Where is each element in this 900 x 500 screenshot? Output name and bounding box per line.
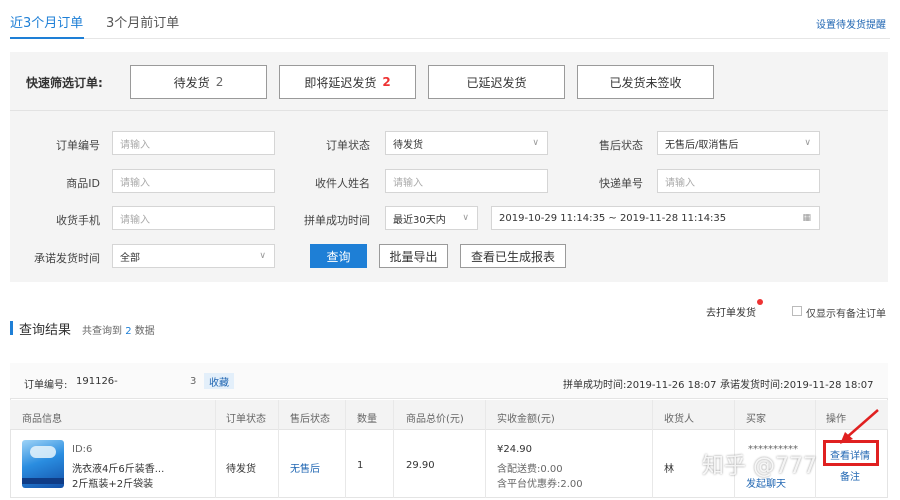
- row-coupon: 含平台优惠券:2.00: [497, 479, 583, 490]
- col-paid-amount: 实收金额(元): [497, 414, 555, 425]
- tracking-no-label: 快递单号: [599, 177, 643, 190]
- quick-filter-label-text: 已延迟发货: [466, 75, 527, 90]
- col-after-sale: 售后状态: [290, 414, 330, 425]
- remark-link[interactable]: 备注: [840, 468, 860, 483]
- order-no-label: 订单编号: [56, 139, 100, 152]
- receiver-name-input[interactable]: 请输入: [385, 169, 548, 193]
- order-status-value: 待发货: [393, 139, 423, 151]
- phone-label: 收货手机: [56, 214, 100, 227]
- row-quantity: 1: [357, 460, 364, 471]
- product-spec: 2斤瓶装+2斤袋装: [72, 479, 154, 490]
- group-time-label: 拼单成功时间: [304, 214, 370, 227]
- results-count-suffix: 数据: [134, 326, 155, 337]
- order-status-label: 订单状态: [326, 139, 370, 152]
- promise-time-value: 全部: [120, 252, 140, 264]
- product-thumbnail-highlight: [30, 446, 56, 458]
- chevron-down-icon: ∨: [259, 251, 266, 261]
- date-range-value: 2019-10-29 11:14:35 ~ 2019-11-28 11:14:3…: [499, 212, 727, 224]
- batch-export-button[interactable]: 批量导出: [379, 244, 448, 268]
- quick-filter-label-text: 已发货未签收: [609, 75, 682, 90]
- only-remark-checkbox[interactable]: [792, 306, 802, 316]
- quick-filter-pending-ship[interactable]: 待发货 2: [130, 65, 267, 99]
- col-total-price: 商品总价(元): [406, 414, 464, 425]
- order-no-caption: 订单编号:: [24, 380, 68, 391]
- quick-filter-shipped-unsigned[interactable]: 已发货未签收: [577, 65, 714, 99]
- tracking-no-input[interactable]: 请输入: [657, 169, 820, 193]
- promise-time-label: 承诺发货时间: [34, 252, 100, 265]
- set-reminder-link[interactable]: 设置待发货提醒: [816, 16, 886, 31]
- column-divider: [393, 400, 394, 498]
- col-receiver: 收货人: [664, 414, 694, 425]
- after-sale-label: 售后状态: [599, 139, 643, 152]
- column-divider: [278, 400, 279, 498]
- order-status-select[interactable]: 待发货 ∨: [385, 131, 548, 155]
- product-id-input[interactable]: 请输入: [112, 169, 275, 193]
- column-divider: [652, 400, 653, 498]
- section-marker: [10, 321, 13, 335]
- col-quantity: 数量: [357, 414, 377, 425]
- view-reports-button[interactable]: 查看已生成报表: [460, 244, 566, 268]
- results-count: 共查询到 2 数据: [82, 322, 155, 337]
- results-title: 查询结果: [19, 323, 72, 338]
- query-button[interactable]: 查询: [310, 244, 367, 268]
- calendar-icon: ▦: [802, 213, 811, 223]
- redacted-area: [120, 374, 190, 388]
- quick-filter-label: 快速筛选订单:: [26, 76, 103, 90]
- quick-filter-about-to-delay[interactable]: 即将延迟发货 2: [279, 65, 416, 99]
- row-receiver: 林: [664, 464, 674, 475]
- column-divider: [485, 400, 486, 498]
- phone-input[interactable]: 请输入: [112, 206, 275, 230]
- product-title[interactable]: 洗衣液4斤6斤装香...: [72, 460, 164, 475]
- quick-filter-delayed[interactable]: 已延迟发货: [428, 65, 565, 99]
- row-shipping-fee: 含配送费:0.00: [497, 464, 563, 475]
- column-divider: [345, 400, 346, 498]
- product-thumbnail-band: [22, 478, 64, 484]
- quick-filter-count: 2: [215, 75, 224, 89]
- after-sale-select[interactable]: 无售后/取消售后 ∨: [657, 131, 820, 155]
- promise-time-select[interactable]: 全部 ∨: [112, 244, 275, 268]
- order-no-value: 191126-: [76, 376, 118, 387]
- favorite-tag[interactable]: 收藏: [204, 373, 234, 389]
- group-success-time: 拼单成功时间:2019-11-26 18:07: [563, 380, 717, 391]
- row-total-price: 29.90: [406, 460, 435, 471]
- row-paid-amount: ¥24.90: [497, 444, 532, 455]
- product-id: ID:6: [72, 444, 93, 455]
- only-remark-label: 仅显示有备注订单: [806, 309, 886, 320]
- results-count-number: 2: [125, 326, 132, 337]
- results-count-prefix: 共查询到: [82, 326, 122, 337]
- arrow-annotation-icon: [840, 409, 879, 444]
- group-time-range-select[interactable]: 最近30天内 ∨: [385, 206, 478, 230]
- date-range-picker[interactable]: 2019-10-29 11:14:35 ~ 2019-11-28 11:14:3…: [491, 206, 820, 230]
- quick-filter-count: 2: [382, 75, 391, 89]
- product-id-label: 商品ID: [66, 177, 100, 190]
- tab-divider: [10, 38, 890, 39]
- order-no-input[interactable]: 请输入: [112, 131, 275, 155]
- column-divider: [215, 400, 216, 498]
- tab-older-than-3-months[interactable]: 3个月前订单: [106, 12, 179, 31]
- order-no-tail: 3: [190, 376, 197, 387]
- tab-recent-3-months[interactable]: 近3个月订单: [10, 12, 83, 31]
- notification-dot: [757, 299, 763, 305]
- row-order-status: 待发货: [226, 464, 256, 475]
- chevron-down-icon: ∨: [462, 213, 469, 223]
- quick-filter-label-text: 即将延迟发货: [304, 75, 377, 90]
- watermark: 知乎 @777: [702, 454, 817, 479]
- row-after-sale[interactable]: 无售后: [290, 460, 320, 475]
- group-time-range-value: 最近30天内: [393, 214, 446, 226]
- col-order-status: 订单状态: [226, 414, 266, 425]
- active-tab-indicator: [10, 37, 84, 39]
- print-ship-link[interactable]: 去打单发货: [706, 304, 756, 319]
- col-buyer: 买家: [746, 414, 766, 425]
- receiver-name-label: 收件人姓名: [315, 177, 370, 190]
- panel-divider: [10, 110, 888, 111]
- after-sale-value: 无售后/取消售后: [665, 139, 739, 151]
- quick-filter-label-text: 待发货: [173, 75, 210, 90]
- promise-ship-time: 承诺发货时间:2019-11-28 18:07: [720, 380, 874, 391]
- col-product-info: 商品信息: [22, 414, 62, 425]
- chevron-down-icon: ∨: [804, 138, 811, 148]
- chevron-down-icon: ∨: [532, 138, 539, 148]
